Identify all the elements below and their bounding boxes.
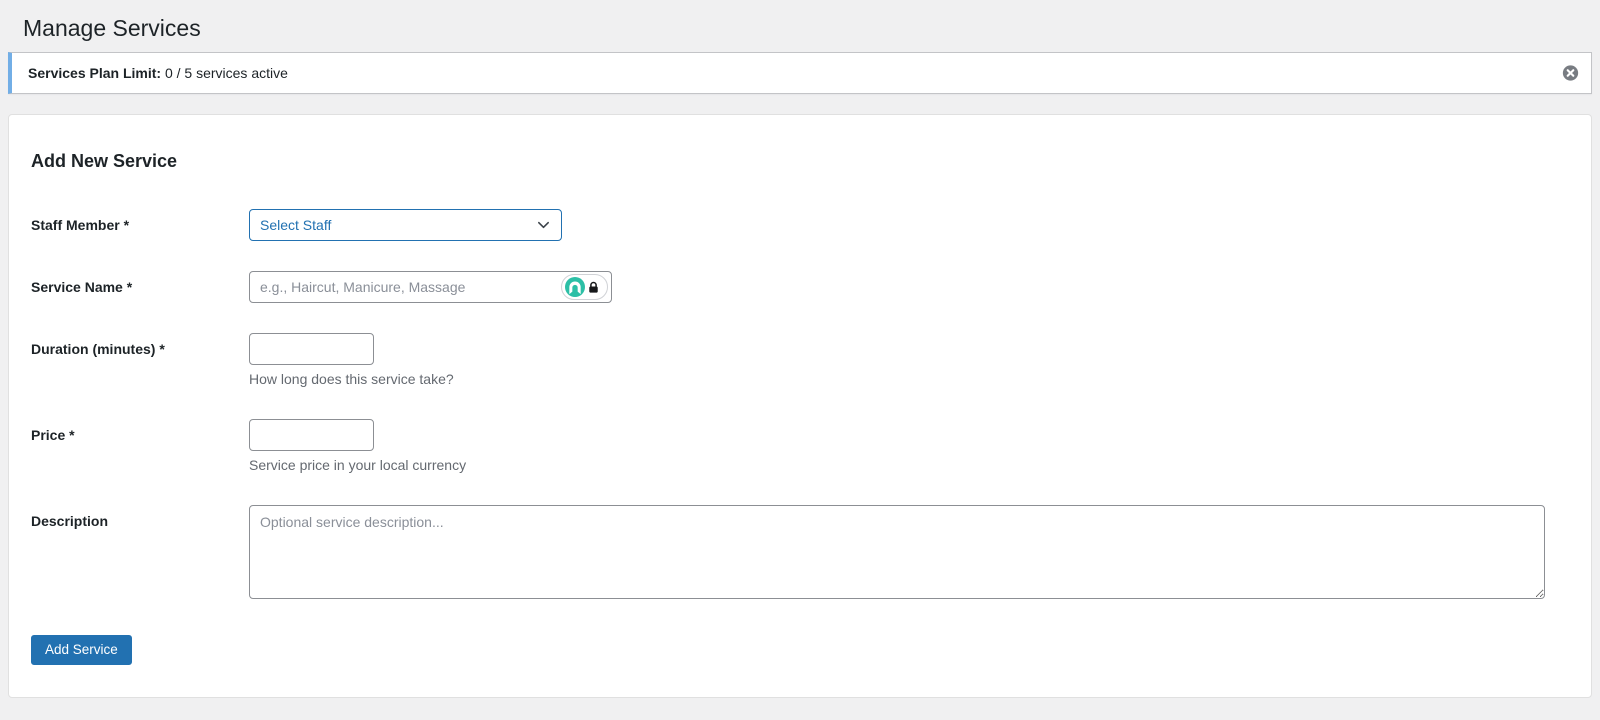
page: Manage Services Services Plan Limit: 0 /… <box>0 0 1600 698</box>
form-heading: Add New Service <box>31 151 178 171</box>
service-name-row: Service Name * <box>31 271 1545 303</box>
circle-x-icon <box>1562 65 1579 85</box>
password-manager-badge[interactable] <box>561 274 608 300</box>
page-title: Manage Services <box>23 15 201 41</box>
notice-label: Services Plan Limit: <box>28 65 162 81</box>
description-label: Description <box>31 513 109 529</box>
staff-member-label: Staff Member * <box>31 217 130 233</box>
notice-dismiss-button[interactable] <box>1560 63 1581 84</box>
duration-row: Duration (minutes) * How long does this … <box>31 333 1545 389</box>
add-service-card: Add New Service Staff Member * Select St… <box>8 114 1592 698</box>
plan-limit-notice: Services Plan Limit: 0 / 5 services acti… <box>8 52 1592 94</box>
price-row: Price * Service price in your local curr… <box>31 419 1545 475</box>
duration-label: Duration (minutes) * <box>31 341 165 357</box>
duration-input[interactable] <box>249 333 374 365</box>
padlock-icon <box>587 281 600 294</box>
service-name-input[interactable] <box>249 271 612 303</box>
staff-member-row: Staff Member * Select Staff <box>31 209 1545 241</box>
duration-help-text: How long does this service take? <box>249 371 454 387</box>
description-textarea[interactable] <box>249 505 1545 599</box>
price-input[interactable] <box>249 419 374 451</box>
price-help-text: Service price in your local currency <box>249 457 467 473</box>
description-row: Description <box>31 505 1545 599</box>
add-service-button[interactable]: Add Service <box>31 635 132 665</box>
password-manager-icon <box>565 277 585 297</box>
staff-member-select[interactable]: Select Staff <box>249 209 562 241</box>
notice-text: 0 / 5 services active <box>161 65 288 81</box>
price-label: Price * <box>31 427 75 443</box>
service-name-label: Service Name * <box>31 279 133 295</box>
